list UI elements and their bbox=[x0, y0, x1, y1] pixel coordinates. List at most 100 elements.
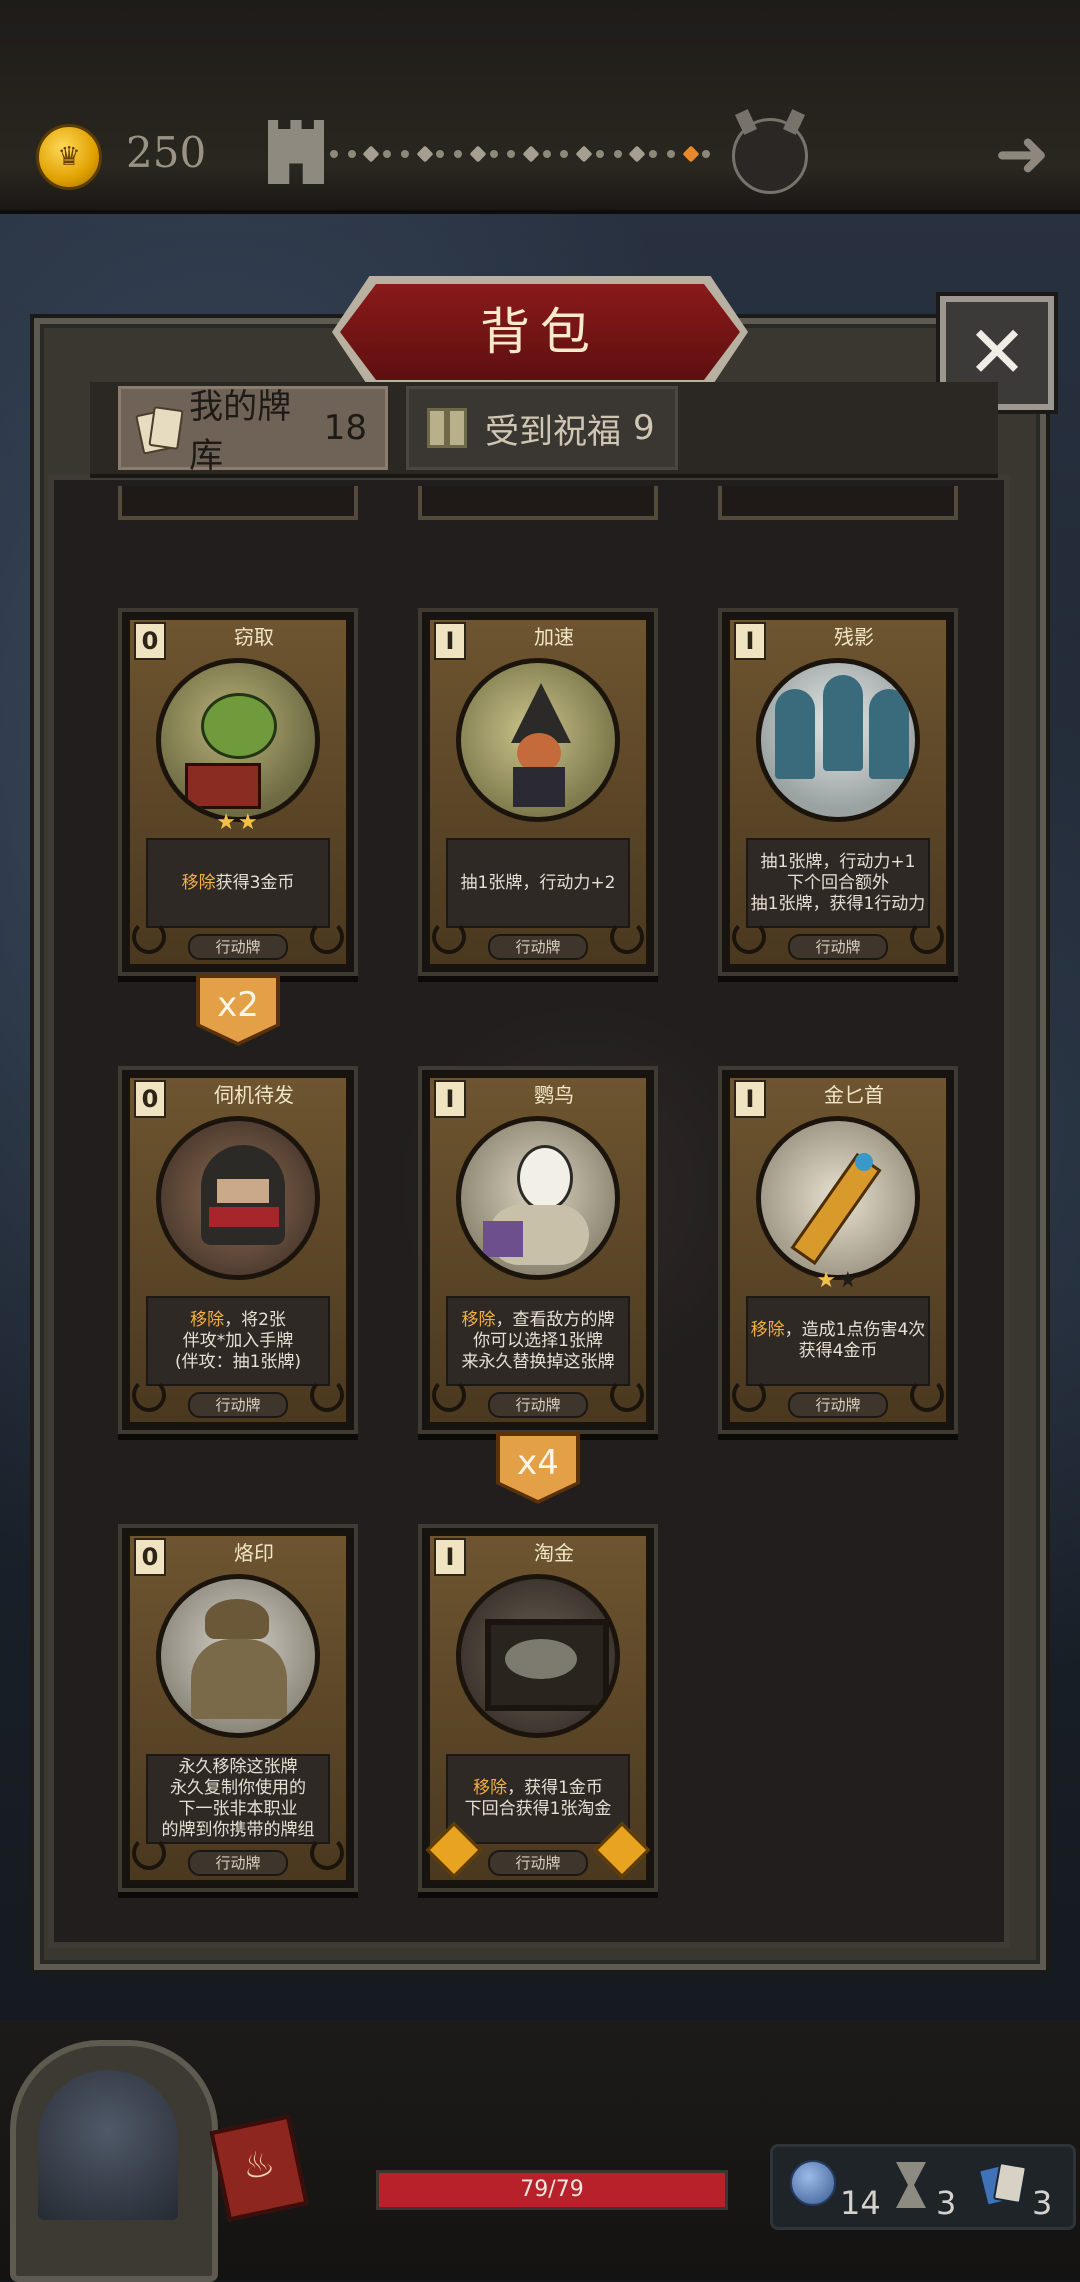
card-desc-line: 获得4金币 bbox=[798, 1341, 878, 1361]
progress-node bbox=[489, 150, 498, 158]
tab-blessings[interactable]: 受到祝福 9 bbox=[406, 386, 678, 470]
card-type: 行动牌 bbox=[488, 934, 588, 960]
card-desc-line: 下个回合额外 bbox=[787, 872, 889, 893]
card-type: 行动牌 bbox=[788, 1392, 888, 1418]
back-arrow-icon[interactable]: ➜ bbox=[986, 121, 1058, 187]
card-type: 行动牌 bbox=[188, 1850, 288, 1876]
card-type: 行动牌 bbox=[488, 1850, 588, 1876]
swirl-ornament-icon bbox=[732, 920, 766, 954]
card[interactable]: 0 窃取 ★★ 移除获得3金币 行动牌 bbox=[118, 608, 358, 976]
gold-coin-icon: ♛ bbox=[36, 124, 102, 190]
progress-node-current bbox=[682, 145, 700, 163]
progress-node bbox=[383, 150, 392, 158]
hp-bar: 79/79 bbox=[376, 2170, 728, 2210]
swirl-ornament-icon bbox=[610, 1378, 644, 1412]
hp-text: 79/79 bbox=[520, 2177, 584, 2202]
card-cost: 0 bbox=[134, 1538, 166, 1576]
boss-icon bbox=[732, 118, 808, 194]
card-name: 淘金 bbox=[534, 1541, 574, 1565]
tab-my-deck[interactable]: 我的牌库 18 bbox=[118, 386, 388, 476]
panel-title: 背包 bbox=[480, 303, 600, 361]
star-icon: ★ bbox=[216, 810, 238, 835]
progress-node bbox=[542, 150, 551, 158]
progress-node bbox=[469, 145, 487, 163]
card-description: 永久移除这张牌 永久复制你使用的 下一张非本职业 的牌到你携带的牌组 bbox=[146, 1754, 330, 1844]
card-desc-line: 永久复制你使用的 bbox=[170, 1778, 306, 1798]
progress-node bbox=[575, 145, 593, 163]
progress-node bbox=[400, 150, 409, 158]
stat-hourglass: 3 bbox=[896, 2150, 956, 2222]
swirl-ornament-icon bbox=[132, 920, 166, 954]
card-desc-line: 抽1张牌，获得1行动力 bbox=[750, 893, 926, 914]
progress-node bbox=[628, 145, 646, 163]
progress-node bbox=[454, 150, 463, 158]
card-desc-line: 移除，获得1金币 bbox=[473, 1778, 603, 1798]
top-bar: ♛ 250 ➜ bbox=[0, 0, 1080, 214]
card-partial[interactable] bbox=[118, 486, 358, 520]
progress-node bbox=[347, 150, 356, 158]
card-cost: 0 bbox=[134, 1080, 166, 1118]
star-icon: ★ bbox=[838, 1268, 860, 1293]
orb-icon bbox=[790, 2160, 836, 2206]
cards-stack-icon bbox=[980, 2162, 1024, 2206]
tab-count: 9 bbox=[633, 408, 655, 448]
card-cost: 0 bbox=[134, 622, 166, 660]
card-partial[interactable] bbox=[418, 486, 658, 520]
tab-label: 我的牌库 bbox=[189, 387, 292, 476]
card-description: 移除，获得1金币 下回合获得1张淘金 bbox=[446, 1754, 630, 1844]
card-cost: I bbox=[434, 1080, 466, 1118]
card-description: 移除获得3金币 bbox=[146, 838, 330, 928]
card-desc-line: 的牌到你携带的牌组 bbox=[161, 1820, 315, 1840]
progress-node bbox=[362, 145, 380, 163]
swirl-ornament-icon bbox=[132, 1378, 166, 1412]
progress-node bbox=[522, 145, 540, 163]
card[interactable]: I 鹦鸟 移除，查看敌方的牌 你可以选择1张牌 来永久替换掉这张牌 行动牌 bbox=[418, 1066, 658, 1434]
tab-count: 18 bbox=[323, 408, 367, 448]
card-type: 行动牌 bbox=[488, 1392, 588, 1418]
tower-icon bbox=[268, 120, 324, 184]
card-description: 移除，将2张 伴攻*加入手牌 (伴攻：抽1张牌) bbox=[146, 1296, 330, 1386]
progress-node bbox=[507, 150, 516, 158]
card[interactable]: I 残影 抽1张牌，行动力+1 下个回合额外 抽1张牌，获得1行动力 行动牌 bbox=[718, 608, 958, 976]
swirl-ornament-icon bbox=[132, 1836, 166, 1870]
goblin-art-icon bbox=[156, 658, 320, 822]
progress-node bbox=[613, 150, 622, 158]
card-desc-line: 移除，查看敌方的牌 bbox=[461, 1309, 615, 1330]
card[interactable]: I 加速 抽1张牌，行动力+2 行动牌 bbox=[418, 608, 658, 976]
card[interactable]: 0 伺机待发 移除，将2张 伴攻*加入手牌 (伴攻：抽1张牌) 行动牌 bbox=[118, 1066, 358, 1434]
card-desc-line: 抽1张牌，行动力+2 bbox=[460, 872, 616, 893]
card-type: 行动牌 bbox=[188, 1392, 288, 1418]
card-stars: ★★ bbox=[122, 810, 354, 835]
rogue-art-icon bbox=[156, 1116, 320, 1280]
pan-art-icon bbox=[456, 1574, 620, 1738]
card[interactable]: 0 烙印永久移除这张牌 永久复制你使用的 下一张非本职业 的牌到你携带的牌组行动牌 bbox=[118, 1524, 358, 1892]
card-desc-line: (伴攻：抽1张牌) bbox=[174, 1351, 302, 1372]
stat-orb: 14 bbox=[790, 2150, 881, 2222]
card-name: 残影 bbox=[834, 625, 874, 649]
card-cost: I bbox=[434, 622, 466, 660]
gold-amount: 250 bbox=[126, 128, 207, 177]
card-keyword: 移除 bbox=[473, 1778, 508, 1798]
swirl-ornament-icon bbox=[310, 920, 344, 954]
swirl-ornament-icon bbox=[310, 1378, 344, 1412]
card-desc-line: 你可以选择1张牌 bbox=[473, 1330, 603, 1351]
card-partial[interactable] bbox=[718, 486, 958, 520]
card-type: 行动牌 bbox=[188, 934, 288, 960]
card[interactable]: I 金匕首 ★★ 移除，造成1点伤害4次 获得4金币 行动牌 bbox=[718, 1066, 958, 1434]
gift-icon bbox=[427, 408, 467, 448]
card-desc-line: 下回合获得1张淘金 bbox=[464, 1799, 612, 1819]
card-desc-line: 永久移除这张牌 bbox=[178, 1757, 298, 1777]
progress-node bbox=[595, 150, 604, 158]
map-progress bbox=[330, 145, 720, 163]
card[interactable]: I 淘金 移除，获得1金币 下回合获得1张淘金 行动牌 bbox=[418, 1524, 658, 1892]
swirl-ornament-icon bbox=[310, 1836, 344, 1870]
card-desc-line: 移除，造成1点伤害4次 bbox=[750, 1320, 926, 1340]
card-name: 烙印 bbox=[234, 1541, 274, 1565]
progress-node bbox=[560, 150, 569, 158]
cards-icon bbox=[139, 408, 175, 448]
card-desc-line: 来永久替换掉这张牌 bbox=[461, 1351, 615, 1372]
card-keyword: 移除 bbox=[190, 1309, 225, 1330]
card-desc-line: 移除获得3金币 bbox=[181, 872, 295, 893]
progress-node bbox=[330, 150, 338, 158]
seal-art-icon bbox=[156, 1574, 320, 1738]
